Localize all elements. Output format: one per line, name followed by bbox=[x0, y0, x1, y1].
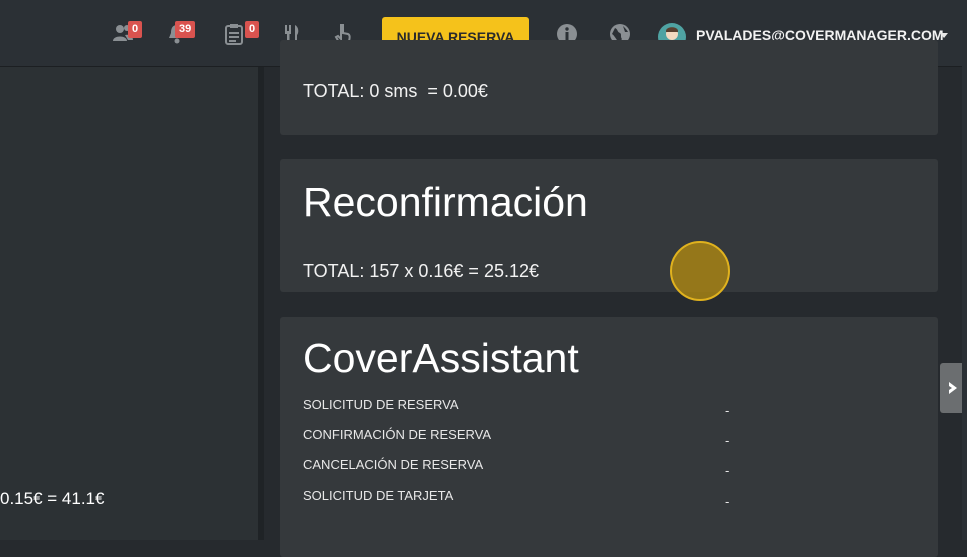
cover-assistant-card: CoverAssistant SOLICITUD DE RESERVA - CO… bbox=[280, 317, 938, 557]
panel-divider bbox=[258, 67, 264, 540]
assistant-row-label: SOLICITUD DE TARJETA bbox=[303, 488, 454, 503]
reconfirmation-title: Reconfirmación bbox=[303, 179, 588, 225]
scrollbar[interactable] bbox=[962, 66, 967, 540]
groups-button[interactable]: 0 bbox=[110, 20, 143, 48]
chevron-right-icon bbox=[949, 382, 957, 394]
chevron-down-icon[interactable] bbox=[940, 33, 948, 38]
assistant-row-value: - bbox=[725, 433, 730, 448]
assistant-row-value: - bbox=[725, 463, 730, 478]
left-partial-total: 0.15€ = 41.1€ bbox=[0, 489, 105, 508]
reconfirmation-total: TOTAL: 157 x 0.16€ = 25.12€ bbox=[303, 261, 539, 281]
tasks-badge: 0 bbox=[245, 21, 260, 38]
reconfirmation-card: Reconfirmación TOTAL: 157 x 0.16€ = 25.1… bbox=[280, 159, 938, 292]
left-panel: 0.15€ = 41.1€ bbox=[0, 67, 258, 540]
assistant-row-label: CONFIRMACIÓN DE RESERVA bbox=[303, 427, 492, 442]
sms-total-card: TOTAL: 0 sms = 0.00€ bbox=[280, 40, 938, 135]
notifications-button[interactable]: 39 bbox=[165, 20, 196, 48]
click-indicator bbox=[670, 241, 730, 301]
assistant-row-label: SOLICITUD DE RESERVA bbox=[303, 397, 459, 412]
notifications-badge: 39 bbox=[175, 21, 196, 38]
assistant-row-value: - bbox=[725, 403, 730, 418]
cover-assistant-title: CoverAssistant bbox=[303, 335, 579, 381]
tasks-button[interactable]: 0 bbox=[222, 20, 260, 48]
assistant-row-value: - bbox=[725, 494, 730, 509]
assistant-row-label: CANCELACIÓN DE RESERVA bbox=[303, 457, 484, 472]
clipboard-list-icon bbox=[225, 24, 243, 45]
groups-badge: 0 bbox=[128, 21, 143, 38]
sms-total: TOTAL: 0 sms = 0.00€ bbox=[303, 81, 488, 101]
